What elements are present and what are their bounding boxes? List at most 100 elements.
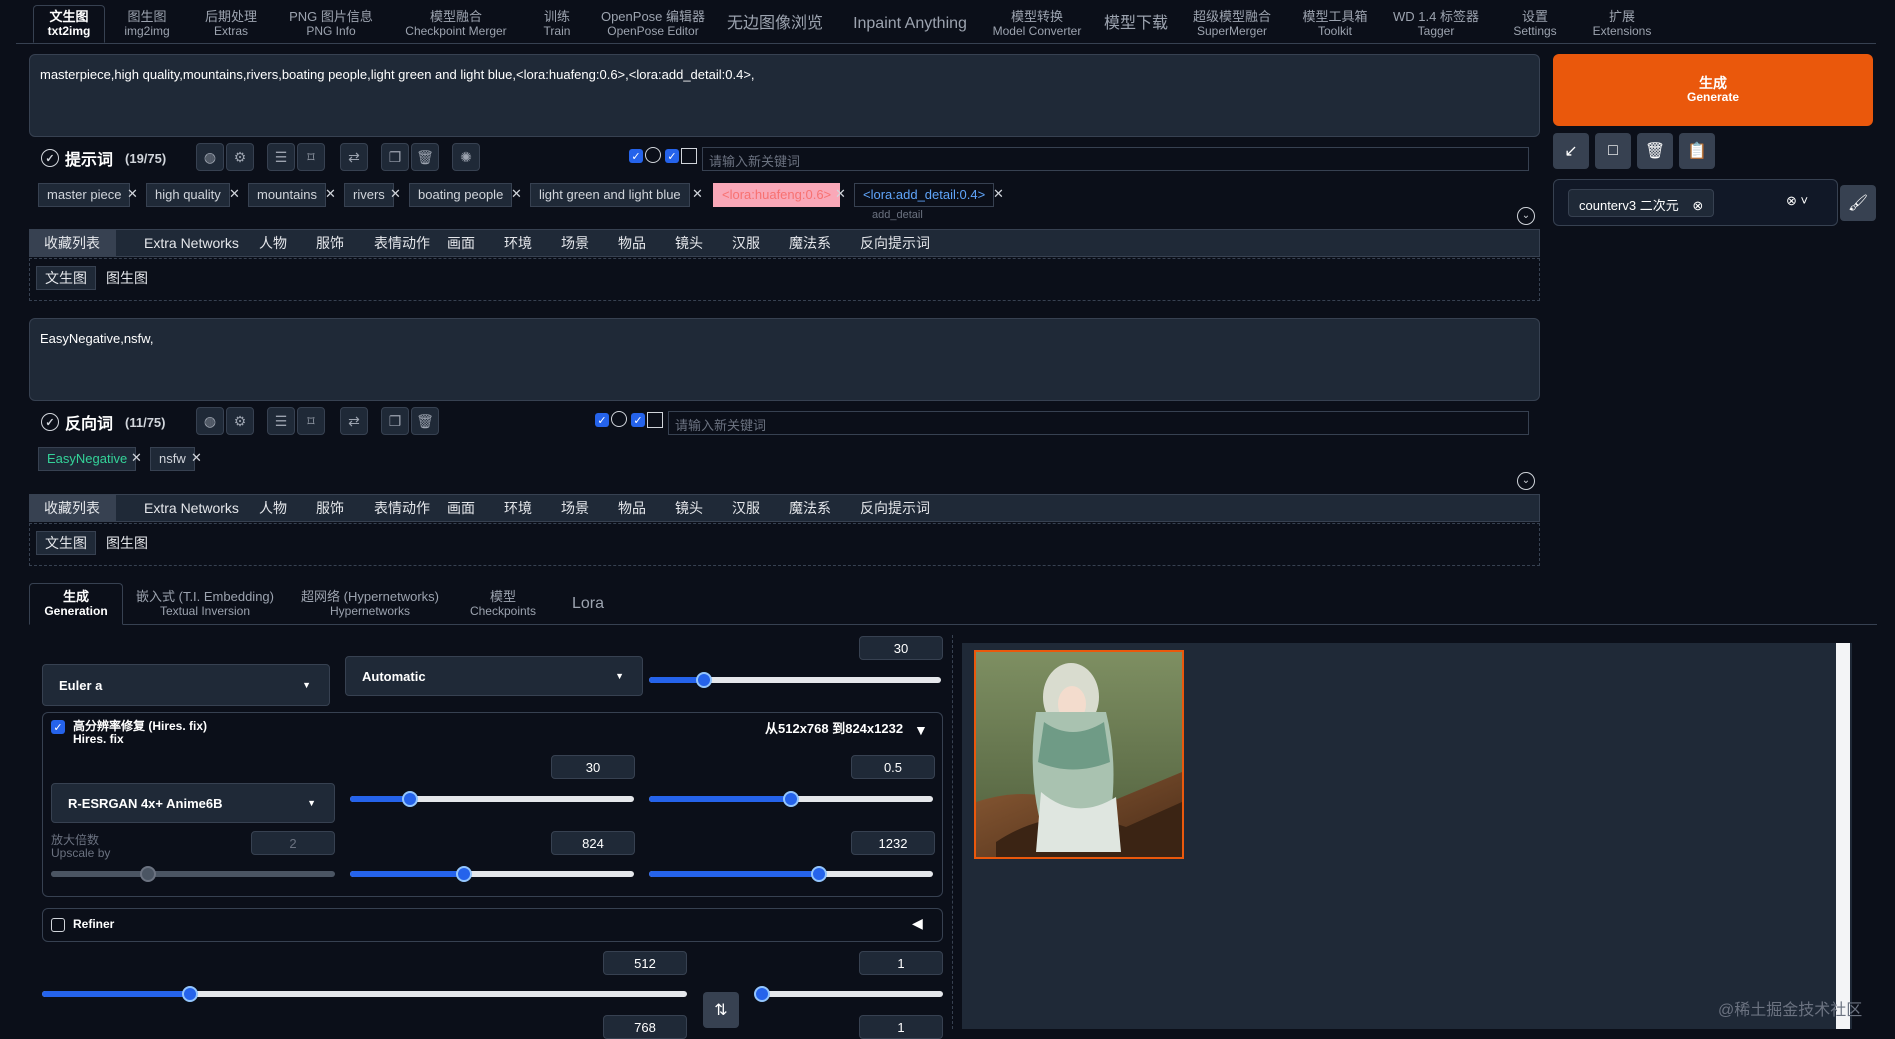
tab-model-download[interactable]: 模型下载 <box>1096 5 1176 43</box>
batch-count-number[interactable]: 1 <box>859 951 943 975</box>
upscale-by-slider[interactable] <box>51 866 335 882</box>
style-chip[interactable]: counterv3 二次元 ⊗ <box>1568 189 1715 217</box>
tab-extras[interactable]: 后期处理 Extras <box>188 5 274 43</box>
tab-image-browser[interactable]: 无边图像浏览 <box>720 5 830 43</box>
category-item[interactable]: 场景 <box>547 495 603 521</box>
schedule-dropdown[interactable]: Automatic ▼ <box>345 656 643 696</box>
history-icon[interactable] <box>611 411 627 427</box>
prompt-tag[interactable]: high quality <box>146 183 230 207</box>
category-item[interactable]: 画面 <box>433 230 489 256</box>
embedding-tag[interactable]: EasyNegative <box>38 447 137 471</box>
bookmark-icon[interactable]: ⌑ <box>297 143 325 171</box>
tab-lora[interactable]: Lora <box>560 583 616 625</box>
tab-extensions[interactable]: 扩展 Extensions <box>1582 5 1662 43</box>
generate-button[interactable]: 生成 Generate <box>1553 54 1873 126</box>
negative-keyword-input[interactable]: 请输入新关键词 <box>668 411 1529 435</box>
category-item[interactable]: 环境 <box>490 230 546 256</box>
tab-generation[interactable]: 生成 Generation <box>29 583 123 625</box>
tab-checkpoints[interactable]: 模型 Checkpoints <box>460 583 546 625</box>
remove-style-icon[interactable]: ⊗ <box>1692 198 1703 213</box>
translate-icon[interactable]: ◍ <box>196 143 224 171</box>
gear-icon[interactable]: ⚙ <box>226 407 254 435</box>
width-number[interactable]: 512 <box>603 951 687 975</box>
tab-png-info[interactable]: PNG 图片信息 PNG Info <box>276 5 386 43</box>
sampler-dropdown[interactable]: Euler a ▼ <box>42 664 330 706</box>
category-item[interactable]: Extra Networks <box>130 495 253 521</box>
category-item[interactable]: 汉服 <box>718 495 774 521</box>
style-selector[interactable]: counterv3 二次元 ⊗ ⊗ ˅ <box>1553 179 1838 226</box>
remove-tag-icon[interactable]: ✕ <box>131 450 142 466</box>
remove-tag-icon[interactable]: ✕ <box>835 186 846 202</box>
clear-icon[interactable]: ⊗ ˅ <box>1786 193 1808 209</box>
paint-brush-icon[interactable]: 🖌 <box>1840 185 1876 221</box>
upscaler-dropdown[interactable]: R-ESRGAN 4x+ Anime6B ▼ <box>51 783 335 823</box>
hires-fix-checkbox[interactable]: ✓ <box>51 720 65 734</box>
slider-thumb[interactable] <box>455 866 472 882</box>
bookmark-icon[interactable]: ⌑ <box>297 407 325 435</box>
keyword-toggle-checkbox-2[interactable]: ✓ <box>631 413 645 427</box>
prompt-tag[interactable]: mountains <box>248 183 326 207</box>
gear-icon[interactable]: ⚙ <box>226 143 254 171</box>
translate-icon[interactable]: ◍ <box>196 407 224 435</box>
category-item[interactable]: 魔法系 <box>775 230 845 256</box>
subcategory-item[interactable]: 文生图 <box>36 266 96 290</box>
category-item[interactable]: 收藏列表 <box>30 495 116 521</box>
lora-tag[interactable]: <lora:add_detail:0.4> <box>854 183 995 207</box>
prompt-textarea[interactable]: masterpiece,high quality,mountains,river… <box>29 54 1540 137</box>
remove-tag-icon[interactable]: ✕ <box>325 186 336 202</box>
category-item[interactable]: 镜头 <box>661 230 717 256</box>
trash-icon[interactable]: 🗑 <box>411 143 439 171</box>
category-item[interactable]: 汉服 <box>718 230 774 256</box>
category-item[interactable]: 反向提示词 <box>846 495 944 521</box>
list-icon[interactable]: ☰ <box>267 407 295 435</box>
openai-icon[interactable]: ✺ <box>452 143 480 171</box>
category-item[interactable]: 人物 <box>245 495 301 521</box>
slider-thumb[interactable] <box>696 672 713 688</box>
category-item[interactable]: 表情动作 <box>360 495 444 521</box>
subcategory-item[interactable]: 图生图 <box>98 531 156 555</box>
hires-width-slider[interactable] <box>350 866 634 882</box>
expand-triangle-icon[interactable]: ◀ <box>912 915 923 932</box>
gallery-scrollbar[interactable] <box>1836 643 1850 1029</box>
square-icon[interactable]: □ <box>1595 133 1631 169</box>
category-item[interactable]: 物品 <box>604 230 660 256</box>
tab-checkpoint-merger[interactable]: 模型融合 Checkpoint Merger <box>386 5 526 43</box>
remove-tag-icon[interactable]: ✕ <box>692 186 703 202</box>
swap-icon[interactable]: ⇄ <box>340 407 368 435</box>
subcategory-item[interactable]: 文生图 <box>36 531 96 555</box>
hires-steps-slider[interactable] <box>350 791 634 807</box>
hires-height-slider[interactable] <box>649 866 933 882</box>
batch-count-slider[interactable] <box>754 986 943 1002</box>
hires-width-number[interactable]: 824 <box>551 831 635 855</box>
arrow-icon[interactable]: ↙ <box>1553 133 1589 169</box>
tab-tagger[interactable]: WD 1.4 标签器 Tagger <box>1386 5 1486 43</box>
copy-icon[interactable]: ❐ <box>381 407 409 435</box>
category-item[interactable]: 场景 <box>547 230 603 256</box>
category-item[interactable]: 画面 <box>433 495 489 521</box>
panel-icon[interactable] <box>647 412 663 428</box>
keyword-toggle-checkbox[interactable]: ✓ <box>595 413 609 427</box>
remove-tag-icon[interactable]: ✕ <box>229 186 240 202</box>
clipboard-icon[interactable]: 📋 <box>1679 133 1715 169</box>
tab-inpaint-anything[interactable]: Inpaint Anything <box>840 5 980 43</box>
history-icon[interactable] <box>645 147 661 163</box>
keyword-toggle-checkbox-2[interactable]: ✓ <box>665 149 679 163</box>
prompt-keyword-input[interactable]: 请输入新关键词 <box>702 147 1529 171</box>
remove-tag-icon[interactable]: ✕ <box>511 186 522 202</box>
tab-train[interactable]: 训练 Train <box>526 5 588 43</box>
hires-steps-number[interactable]: 30 <box>551 755 635 779</box>
remove-tag-icon[interactable]: ✕ <box>390 186 401 202</box>
category-item[interactable]: 服饰 <box>302 495 358 521</box>
category-item[interactable]: 镜头 <box>661 495 717 521</box>
height-number[interactable]: 768 <box>603 1015 687 1039</box>
tab-textual-inversion[interactable]: 嵌入式 (T.I. Embedding) Textual Inversion <box>130 583 280 625</box>
keyword-toggle-checkbox[interactable]: ✓ <box>629 149 643 163</box>
category-item[interactable]: 服饰 <box>302 230 358 256</box>
collapse-check-icon[interactable]: ✓ <box>41 149 59 167</box>
category-item[interactable]: 反向提示词 <box>846 230 944 256</box>
remove-tag-icon[interactable]: ✕ <box>191 450 202 466</box>
tab-supermerger[interactable]: 超级模型融合 SuperMerger <box>1182 5 1282 43</box>
upscale-by-number[interactable]: 2 <box>251 831 335 855</box>
swap-dimensions-icon[interactable]: ⇅ <box>703 992 739 1028</box>
negative-tag[interactable]: nsfw <box>150 447 195 471</box>
